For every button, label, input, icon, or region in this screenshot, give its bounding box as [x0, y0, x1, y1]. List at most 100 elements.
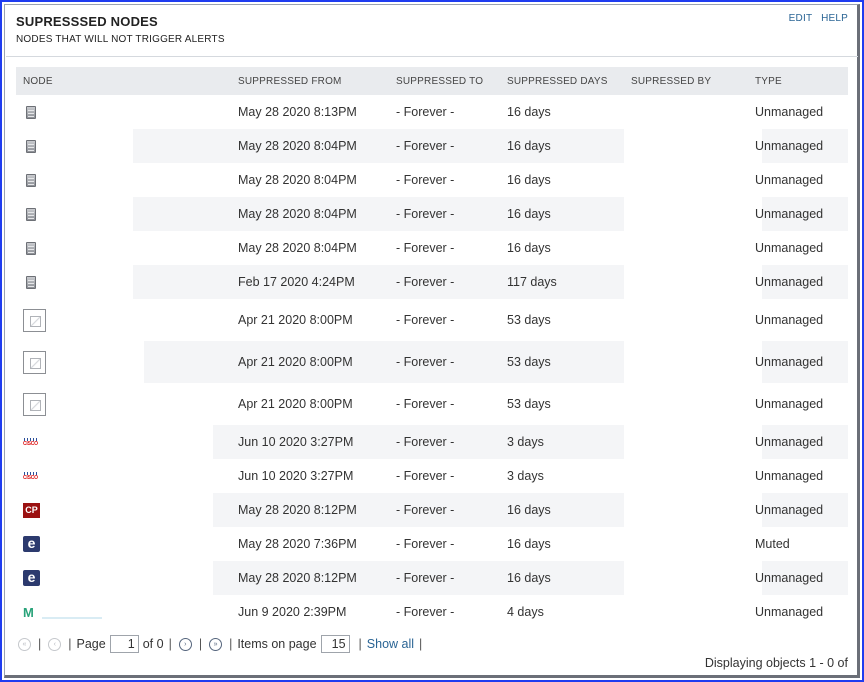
node-cell[interactable] [16, 299, 231, 341]
node-cell[interactable] [16, 95, 231, 129]
table-row[interactable]: e May 28 2020 7:36PM - Forever - 16 days Mut… [16, 527, 848, 561]
column-header-node[interactable]: NODE [16, 67, 231, 95]
node-cell[interactable]: CP [16, 493, 231, 527]
suppressed-by-cell [624, 595, 748, 629]
suppressed-days-cell: 16 days [507, 241, 551, 255]
table-row[interactable]: May 28 2020 8:04PM - Forever -16 days Unma… [16, 197, 848, 231]
page-title: SUPRESSSED NODES [16, 14, 158, 29]
node-cell[interactable] [16, 265, 231, 299]
type-cell: Unmanaged [748, 341, 848, 383]
e-logo-icon: e [23, 536, 40, 552]
divider [6, 56, 858, 57]
suppressed-to-cell: - Forever - [389, 425, 500, 459]
suppressed-by-cell [624, 425, 748, 459]
pager-separator: | [229, 637, 233, 651]
suppressed-to-cell: - Forever - [396, 241, 455, 255]
suppressed-from-cell: Jun 10 2020 3:27PM [231, 425, 389, 459]
table-row[interactable]: CISCO Jun 10 2020 3:27PM - Forever -3 days… [16, 459, 848, 493]
type-cell: Unmanaged [755, 313, 824, 327]
table-row[interactable]: Feb 17 2020 4:24PM - Forever -117 days Unm… [16, 265, 848, 299]
table-row[interactable]: Apr 21 2020 8:00PM - Forever - 53 days Unma… [16, 383, 848, 425]
server-icon [26, 276, 36, 290]
table-row[interactable]: May 28 2020 8:04PM - Forever -16 days Unma… [16, 231, 848, 265]
pager-separator: | [419, 637, 423, 651]
suppressed-to-cell: - Forever - [389, 341, 500, 383]
suppressed-from-cell: Apr 21 2020 8:00PM [238, 397, 353, 411]
node-cell[interactable]: e [16, 561, 231, 595]
table-row[interactable]: Apr 21 2020 8:00PM - Forever - 53 days Unma… [16, 299, 848, 341]
pager-separator: | [68, 637, 72, 651]
pager: « | ‹ | Page of 0 | › | » | Items on pag… [16, 634, 427, 654]
suppressed-by-cell [624, 493, 748, 527]
suppressed-by-cell [624, 231, 748, 265]
items-per-page-input[interactable] [320, 635, 350, 653]
suppressed-from-cell: Apr 21 2020 8:00PM [231, 341, 389, 383]
suppressed-days-cell: 16 days [500, 493, 624, 527]
suppressed-from-cell: May 28 2020 8:04PM [231, 129, 389, 163]
type-cell: Unmanaged [748, 129, 848, 163]
cisco-logo-text: CISCO [23, 441, 38, 448]
suppressed-to-cell: - Forever - [396, 173, 455, 187]
suppressed-to-cell: - Forever - [389, 561, 500, 595]
suppressed-from-cell: Jun 10 2020 3:27PM [238, 469, 354, 483]
table-row[interactable]: May 28 2020 8:04PM - Forever -16 days Unma… [16, 163, 848, 197]
suppressed-days-cell: 16 days [507, 105, 551, 119]
suppressed-days-cell: 16 days [507, 537, 551, 551]
broken-image-icon [23, 308, 46, 332]
suppressed-to-cell: - Forever - [396, 313, 455, 327]
node-cell[interactable]: CISCO [16, 459, 231, 493]
column-header-suppressed-days[interactable]: SUPPRESSED DAYS [500, 67, 624, 95]
node-cell[interactable] [16, 383, 231, 425]
table-row[interactable]: CP May 28 2020 8:12PM - Forever -16 days Un… [16, 493, 848, 527]
table-row[interactable]: May 28 2020 8:04PM - Forever -16 days Unma… [16, 129, 848, 163]
edit-link[interactable]: EDIT [789, 13, 812, 24]
node-cell[interactable]: e [16, 527, 231, 561]
suppressed-days-cell: 117 days [500, 265, 624, 299]
last-page-icon[interactable]: » [209, 637, 223, 651]
suppressed-nodes-table: NODE SUPPRESSED FROM SUPPRESSED TO SUPPR… [16, 67, 848, 629]
suppressed-days-cell: 53 days [507, 313, 551, 327]
suppressed-from-cell: May 28 2020 7:36PM [238, 537, 357, 551]
show-all-link[interactable]: Show all [367, 637, 414, 651]
type-cell: Unmanaged [755, 241, 824, 255]
type-cell: Unmanaged [755, 605, 824, 619]
suppressed-to-cell: - Forever - [396, 537, 455, 551]
node-cell[interactable]: CISCO [16, 425, 231, 459]
page-input[interactable] [109, 635, 139, 653]
suppressed-to-cell: - Forever - [396, 397, 455, 411]
suppressed-by-cell [624, 459, 748, 493]
column-header-suppressed-by[interactable]: SUPRESSED BY [624, 67, 748, 95]
node-cell[interactable]: M [16, 595, 231, 629]
cisco-icon: CISCO [23, 472, 40, 481]
table-row[interactable]: e May 28 2020 8:12PM - Forever -16 days Unm… [16, 561, 848, 595]
page-label: Page [76, 637, 106, 651]
prev-page-icon[interactable]: ‹ [48, 637, 62, 651]
server-icon [26, 242, 36, 256]
suppressed-days-cell: 53 days [507, 397, 551, 411]
column-header-suppressed-to[interactable]: SUPPRESSED TO [389, 67, 500, 95]
column-header-type[interactable]: TYPE [748, 67, 848, 95]
type-cell: Unmanaged [755, 173, 824, 187]
node-cell[interactable] [16, 231, 231, 265]
display-count: Displaying objects 1 - 0 of [704, 656, 848, 670]
suppressed-days-cell: 16 days [500, 561, 624, 595]
first-page-icon[interactable]: « [18, 637, 31, 651]
pager-separator: | [168, 637, 172, 651]
node-cell[interactable] [16, 129, 231, 163]
help-link[interactable]: HELP [821, 13, 848, 24]
suppressed-to-cell: - Forever - [396, 469, 455, 483]
suppressed-days-cell: 3 days [500, 425, 624, 459]
suppressed-from-cell: Apr 21 2020 8:00PM [238, 313, 353, 327]
node-cell[interactable] [16, 197, 231, 231]
node-cell[interactable] [16, 341, 231, 383]
table-row[interactable]: Apr 21 2020 8:00PM - Forever -53 days Unma… [16, 341, 848, 383]
next-page-icon[interactable]: › [178, 637, 192, 651]
column-header-suppressed-from[interactable]: SUPPRESSED FROM [231, 67, 389, 95]
table-row[interactable]: M Jun 9 2020 2:39PM - Forever - 4 days Unman… [16, 595, 848, 629]
server-icon [26, 106, 36, 120]
table-row[interactable]: May 28 2020 8:13PM - Forever - 16 days Unma… [16, 95, 848, 129]
type-cell: Unmanaged [755, 397, 824, 411]
node-cell[interactable] [16, 163, 231, 197]
suppressed-to-cell: - Forever - [389, 129, 500, 163]
table-row[interactable]: CISCO Jun 10 2020 3:27PM - Forever -3 days… [16, 425, 848, 459]
